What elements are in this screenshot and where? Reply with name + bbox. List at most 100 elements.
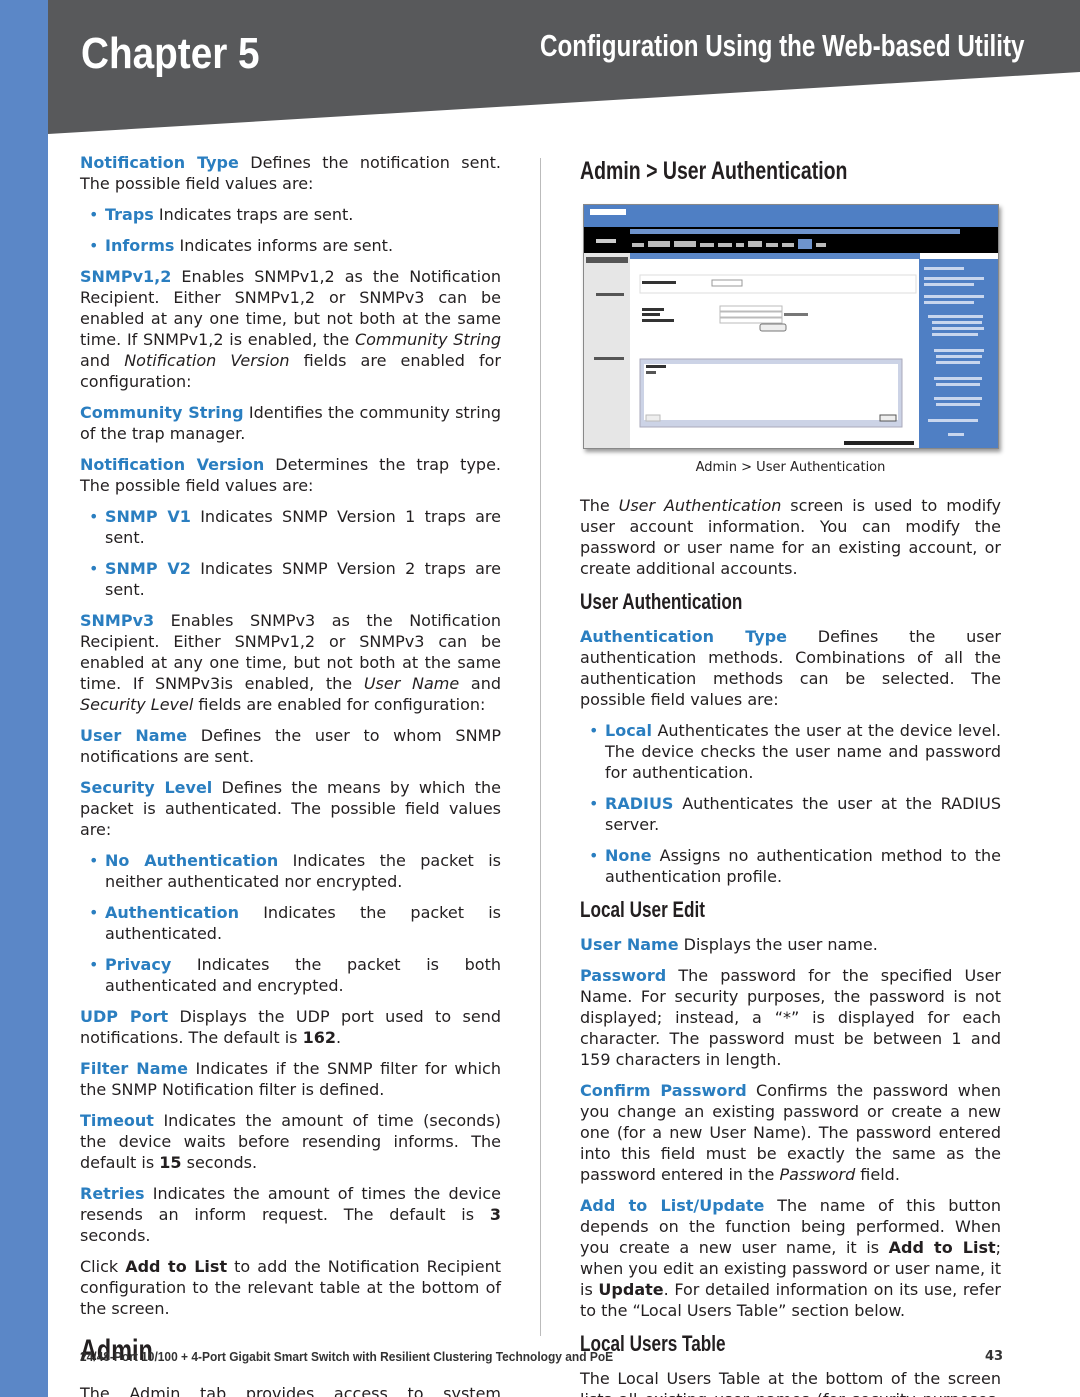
subsection-heading: Local User Edit (580, 897, 1001, 924)
paragraph: The User Authentication screen is used t… (580, 495, 1001, 579)
text-run: Admin > User Authentication (580, 157, 848, 185)
header-title-text: Configuration Using the Web-based Utilit… (540, 28, 1025, 63)
screenshot-figure (583, 204, 999, 449)
column-divider (540, 158, 541, 1336)
text-run: Local User Edit (580, 897, 705, 922)
text-run: 162 (302, 1028, 336, 1047)
bullet-item: RADIUS Authenticates the user at the RAD… (580, 793, 1001, 835)
paragraph: Add to List/Update The name of this butt… (580, 1195, 1001, 1321)
field-term: Authentication Type (580, 627, 787, 646)
text-run: and (80, 351, 125, 370)
text-run: Indicates traps are sent. (153, 205, 354, 224)
text-run: Password (779, 1165, 856, 1184)
field-term: SNMPv3 (80, 611, 155, 630)
field-term: SNMP V1 (105, 507, 191, 526)
text-run: seconds. (80, 1226, 151, 1245)
text-run: The Local Users Table at the bottom of t… (580, 1369, 1001, 1397)
text-run: 3 (489, 1205, 501, 1224)
field-term: Retries (80, 1184, 145, 1203)
field-term: Community String (80, 403, 244, 422)
bullet-item: Privacy Indicates the packet is both aut… (80, 954, 501, 996)
bullet-item: None Assigns no authentication method to… (580, 845, 1001, 887)
field-term: Local (605, 721, 652, 740)
text-run: Notification Version (124, 351, 290, 370)
paragraph: UDP Port Displays the UDP port used to s… (80, 1006, 501, 1048)
paragraph: Security Level Defines the means by whic… (80, 777, 501, 840)
text-run: Authenticates the user at the device lev… (605, 721, 1001, 782)
text-run: The Admin tab provides access to system … (80, 1384, 501, 1397)
footer-product-text: 24/48-Port 10/100 + 4-Port Gigabit Smart… (80, 1349, 614, 1364)
bullet-item: No Authentication Indicates the packet i… (80, 850, 501, 892)
field-term: Confirm Password (580, 1081, 747, 1100)
paragraph: SNMPv3 Enables SNMPv3 as the Notificatio… (80, 610, 501, 715)
bullet-item: Local Authenticates the user at the devi… (580, 720, 1001, 783)
sidebar-stripe (0, 0, 48, 1397)
bullet-item: Authentication Indicates the packet is a… (80, 902, 501, 944)
field-term: UDP Port (80, 1007, 169, 1026)
field-term: Timeout (80, 1111, 154, 1130)
text-run: Click (80, 1257, 126, 1276)
paragraph: Notification Type Defines the notificati… (80, 152, 501, 194)
text-run: seconds. (181, 1153, 258, 1172)
field-term: Filter Name (80, 1059, 189, 1078)
text-run: User Authentication (580, 589, 743, 614)
paragraph: Community String Identifies the communit… (80, 402, 501, 444)
field-term: Informs (105, 236, 175, 255)
chapter-text: Chapter 5 (81, 29, 260, 78)
text-run: Community String (354, 330, 502, 349)
page-number: 43 (985, 1349, 1004, 1364)
field-term: Traps (105, 205, 154, 224)
left-column: Notification Type Defines the notificati… (80, 152, 501, 1397)
paragraph: SNMPv1,2 Enables SNMPv1,2 as the Notific… (80, 266, 501, 392)
bullet-item: Traps Indicates traps are sent. (80, 204, 501, 225)
field-term: Add to List/Update (580, 1196, 765, 1215)
paragraph: Retries Indicates the amount of times th… (80, 1183, 501, 1246)
text-run: and (459, 674, 502, 693)
figure-caption: Admin > User Authentication (695, 460, 886, 475)
paragraph: Click Add to List to add the Notificatio… (80, 1256, 501, 1319)
field-term: RADIUS (605, 794, 674, 813)
field-term: Password (580, 966, 667, 985)
text-run: 15 (159, 1153, 182, 1172)
field-term: SNMP V2 (105, 559, 191, 578)
paragraph: User Name Displays the user name. (580, 934, 1001, 955)
bullet-item: Informs Indicates informs are sent. (80, 235, 501, 256)
paragraph: Notification Version Determines the trap… (80, 454, 501, 496)
paragraph: The Local Users Table at the bottom of t… (580, 1368, 1001, 1397)
header-title: Configuration Using the Web-based Utilit… (540, 28, 1080, 64)
field-term: User Name (580, 935, 679, 954)
paragraph: Confirm Password Confirms the password w… (580, 1080, 1001, 1185)
text-run: Assigns no authentication method to the … (605, 846, 1001, 886)
bullet-item: SNMP V2 Indicates SNMP Version 2 traps a… (80, 558, 501, 600)
text-run: Security Level (80, 695, 194, 714)
text-run: Displays the user name. (678, 935, 878, 954)
footer-product: 24/48-Port 10/100 + 4-Port Gigabit Smart… (80, 1349, 659, 1365)
linksys-logo (590, 209, 626, 215)
paragraph: The Admin tab provides access to system … (80, 1383, 501, 1397)
field-term: User Name (80, 726, 188, 745)
field-term: Notification Type (80, 153, 239, 172)
manual-page: Chapter 5 Configuration Using the Web-ba… (0, 0, 1080, 1397)
subsection-heading: User Authentication (580, 589, 1001, 616)
field-term: Privacy (105, 955, 172, 974)
field-term: None (605, 846, 652, 865)
text-run: Add to List (888, 1238, 996, 1257)
text-run: Add to List (125, 1257, 228, 1276)
field-term: No Authentication (105, 851, 279, 870)
text-run: User Authentication (618, 496, 782, 515)
bullet-item: SNMP V1 Indicates SNMP Version 1 traps a… (80, 506, 501, 548)
text-run: . (335, 1028, 342, 1047)
screen-heading: Admin > User Authentication (580, 156, 1001, 186)
field-term: Notification Version (80, 455, 265, 474)
paragraph: Timeout Indicates the amount of time (se… (80, 1110, 501, 1173)
text-run: Update (598, 1280, 664, 1299)
paragraph: Filter Name Indicates if the SNMP filter… (80, 1058, 501, 1100)
field-term: Authentication (105, 903, 239, 922)
right-column: Admin > User Authentication Admin > User … (580, 152, 1001, 1397)
field-term: Security Level (80, 778, 213, 797)
paragraph: User Name Defines the user to whom SNMP … (80, 725, 501, 767)
field-term: SNMPv1,2 (80, 267, 172, 286)
chapter-label: Chapter 5 (81, 28, 284, 79)
text-run: User Name (363, 674, 460, 693)
admin-user-auth-screenshot (584, 205, 998, 448)
